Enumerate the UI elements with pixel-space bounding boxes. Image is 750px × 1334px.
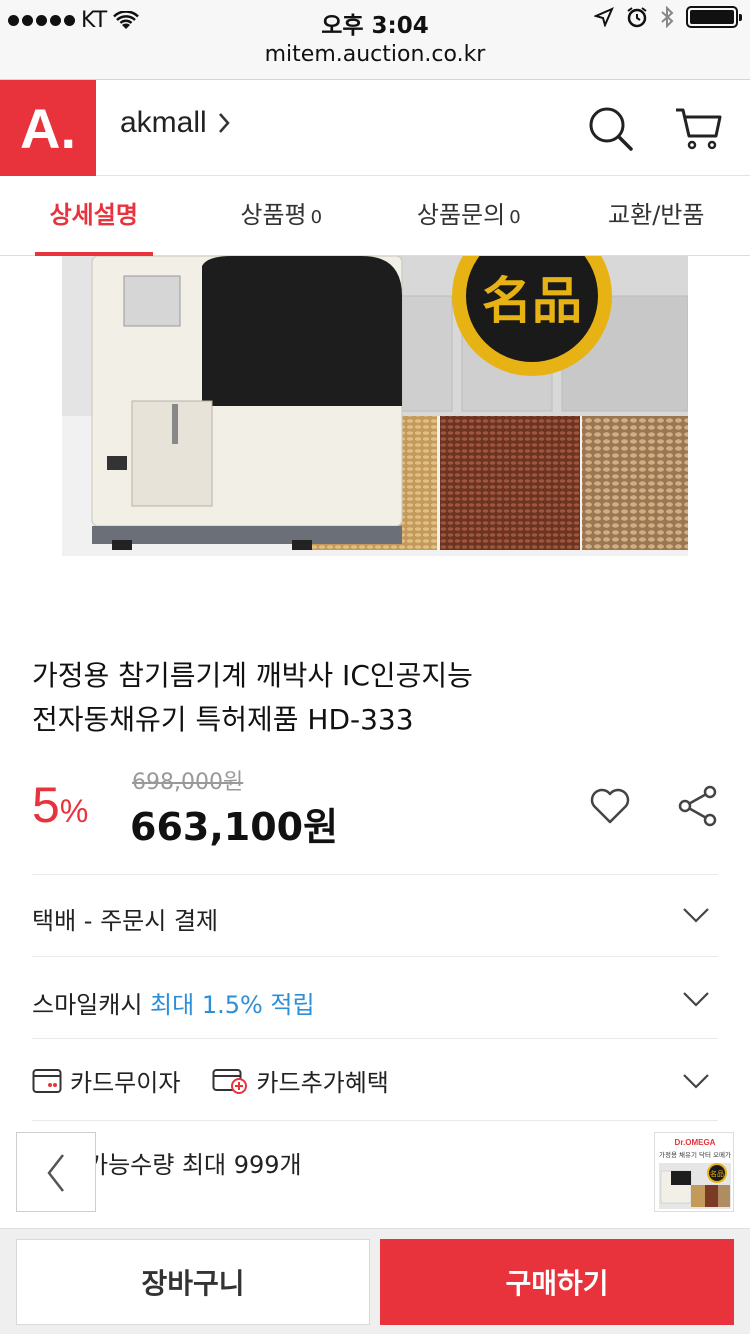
back-button[interactable] (16, 1132, 96, 1212)
smile-cash-label: 스마일캐시 최대 1.5% 적립 (32, 985, 315, 1020)
cart-icon[interactable] (674, 104, 722, 152)
url-bar[interactable]: mitem.auction.co.kr (0, 40, 750, 80)
share-icon[interactable] (676, 784, 720, 828)
discount-unit: % (59, 793, 89, 829)
buy-now-button[interactable]: 구매하기 (380, 1239, 734, 1325)
chevron-down-icon (683, 992, 709, 1007)
tab-inquiries[interactable]: 상품문의 0 (375, 176, 563, 255)
smile-cash-text: 스마일캐시 (32, 991, 143, 1019)
chevron-left-icon (47, 1154, 64, 1192)
tab-description[interactable]: 상세설명 (0, 176, 188, 256)
card-icon (32, 1068, 62, 1093)
battery-icon (686, 6, 742, 28)
akmall-logo[interactable]: A. (0, 80, 96, 176)
chevron-down-icon (683, 908, 709, 923)
add-to-cart-button[interactable]: 장바구니 (16, 1239, 370, 1325)
discount-rate: 5% (32, 776, 88, 834)
tab-label: 상품평 (240, 201, 307, 229)
product-title-line2: 전자동채유기 특허제품 HD-333 (32, 703, 414, 736)
badge-text: 名品 (482, 271, 582, 330)
thumb-caption: 가정용 채유기 닥터 오메가 (659, 1150, 731, 1159)
shop-link[interactable]: akmall (120, 106, 231, 140)
shop-name: akmall (120, 106, 207, 139)
thumb-brand: Dr.OMEGA (675, 1138, 716, 1147)
sale-price: 663,100원 (130, 805, 339, 849)
tab-exchange-return[interactable]: 교환/반품 (563, 176, 750, 255)
delivery-label: 택배 - 주문시 결제 (32, 907, 219, 935)
thumb-badge: 名品 (710, 1169, 724, 1178)
smile-cash-row[interactable]: 스마일캐시 최대 1.5% 적립 (32, 956, 718, 1038)
site-header: A. akmall (0, 80, 750, 176)
card-benefit-row[interactable]: 카드무이자 카드추가혜택 (32, 1038, 718, 1120)
discount-value: 5 (32, 777, 60, 833)
tab-count: 0 (509, 207, 521, 228)
product-photo: 名品 (62, 256, 688, 550)
alarm-icon (627, 7, 647, 28)
tab-reviews[interactable]: 상품평 0 (188, 176, 376, 255)
product-title-line1: 가정용 참기름기계 깨박사 IC인공지능 (32, 659, 473, 692)
detail-tabs: 상세설명 상품평 0 상품문의 0 교환/반품 (0, 176, 750, 256)
chevron-down-icon (683, 1074, 709, 1089)
original-price: 698,000원 (132, 770, 244, 795)
delivery-row[interactable]: 택배 - 주문시 결제 (32, 874, 718, 956)
product-title: 가정용 참기름기계 깨박사 IC인공지능 전자동채유기 특허제품 HD-333 (32, 654, 592, 742)
product-thumbnail[interactable]: Dr.OMEGA 가정용 채유기 닥터 오메가 名品 (654, 1132, 734, 1212)
quantity-limit: 가능수량 최대 999개 (86, 1151, 302, 1179)
thumbnail-image: Dr.OMEGA 가정용 채유기 닥터 오메가 名品 (655, 1133, 733, 1211)
divider (32, 1120, 718, 1121)
location-arrow-icon (594, 7, 614, 27)
card-plus-icon (212, 1068, 248, 1094)
status-bar: KT 오후 3:04 (0, 0, 750, 40)
smile-cash-highlight: 최대 1.5% 적립 (150, 991, 315, 1019)
search-icon[interactable] (586, 104, 634, 152)
product-image[interactable]: 名品 (62, 256, 688, 556)
bottom-action-bar: 장바구니 구매하기 (0, 1228, 750, 1334)
card-benefit-label: 카드추가혜택 (256, 1069, 389, 1097)
tab-count: 0 (310, 207, 323, 228)
bluetooth-icon (661, 6, 674, 28)
tab-label: 교환/반품 (608, 201, 705, 229)
tab-label: 상품문의 (416, 201, 506, 229)
status-right (594, 6, 742, 28)
card-benefit-labels: 카드무이자 카드추가혜택 (32, 1063, 389, 1098)
tab-label: 상세설명 (49, 201, 138, 229)
card-interest-label: 카드무이자 (70, 1069, 181, 1097)
chevron-right-icon (218, 113, 230, 133)
heart-icon[interactable] (588, 784, 632, 828)
